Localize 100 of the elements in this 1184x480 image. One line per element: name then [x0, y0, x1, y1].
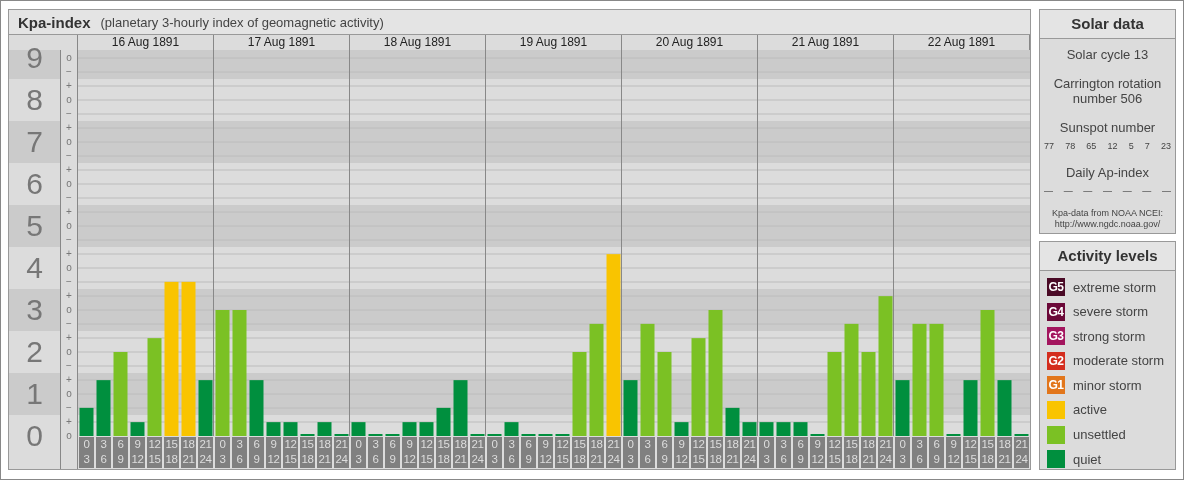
- interval-label: 3 6: [640, 437, 655, 468]
- interval-label: 12 15: [419, 437, 434, 468]
- interval-label: 9 12: [538, 437, 553, 468]
- kp-bar: [317, 422, 332, 436]
- interval-label: 18 21: [997, 437, 1012, 468]
- sunspot-value: 78: [1065, 141, 1076, 151]
- source-link[interactable]: http://www.ngdc.noaa.gov/: [1054, 219, 1161, 230]
- kp-scale-label: 4: [26, 250, 43, 286]
- sub-level-mark: +: [65, 247, 73, 261]
- ap-index-value: —: [1161, 186, 1171, 196]
- interval-label: 15 18: [708, 437, 723, 468]
- sub-level-mark: −: [65, 317, 73, 331]
- sunspot-heading: Sunspot number: [1059, 120, 1156, 135]
- sub-level-mark: o: [65, 387, 73, 401]
- kp-bar: [674, 422, 689, 436]
- ap-index-value: —: [1044, 186, 1053, 196]
- legend-label: extreme storm: [1073, 279, 1157, 295]
- legend-label: minor storm: [1073, 377, 1142, 393]
- interval-label: 0 3: [895, 437, 910, 468]
- kp-bar: [266, 422, 281, 436]
- sub-level-mark: +: [65, 205, 73, 219]
- ap-index-value: —: [1102, 186, 1112, 196]
- card-title: Activity levels: [1040, 242, 1175, 271]
- sunspot-value: 7: [1144, 141, 1150, 151]
- interval-label: 21 24: [742, 437, 757, 468]
- interval-label: 3 6: [776, 437, 791, 468]
- carrington-rotation-text: Carrington rotation number 506: [1052, 76, 1163, 106]
- interval-label: 21 24: [606, 437, 621, 468]
- panel-title: Kpa-index: [18, 13, 91, 31]
- interval-label: 18 21: [861, 437, 876, 468]
- kp-bar: [793, 422, 808, 436]
- interval-label: 6 9: [385, 437, 400, 468]
- sunspot-value: 12: [1107, 141, 1118, 151]
- interval-label: 12 15: [283, 437, 298, 468]
- sunspot-value: 23: [1160, 141, 1171, 151]
- interval-label: 12 15: [147, 437, 162, 468]
- interval-label: 21 24: [334, 437, 349, 468]
- sub-level-mark: −: [65, 233, 73, 247]
- sub-level-mark: +: [65, 121, 73, 135]
- sub-level-mark: −: [65, 191, 73, 205]
- kp-bar: [895, 380, 910, 436]
- interval-label: 0 3: [351, 437, 366, 468]
- legend-swatch: G5: [1047, 278, 1065, 296]
- interval-label: 12 15: [691, 437, 706, 468]
- interval-label: 0 3: [487, 437, 502, 468]
- interval-label: 15 18: [300, 437, 315, 468]
- sunspot-value: 5: [1128, 141, 1134, 151]
- interval-label: 3 6: [504, 437, 519, 468]
- source-text: Kpa-data from NOAA NCEI:: [1051, 208, 1163, 219]
- interval-label: 6 9: [521, 437, 536, 468]
- legend-label: unsettled: [1073, 427, 1126, 443]
- interval-label: 15 18: [980, 437, 995, 468]
- sub-level-mark: −: [65, 401, 73, 415]
- sub-level-mark: +: [65, 163, 73, 177]
- sub-level-mark: o: [65, 51, 73, 65]
- ap-index-value: —: [1063, 186, 1073, 196]
- sub-level-mark: o: [65, 135, 73, 149]
- legend-swatch: G4: [1047, 302, 1065, 321]
- kp-scale-label: 9: [26, 40, 43, 76]
- kp-bar: [402, 422, 417, 436]
- kp-scale-label: 0: [26, 418, 43, 454]
- panel-subtitle: (planetary 3-hourly index of geomagnetic activity): [100, 14, 384, 30]
- interval-label: 9 12: [810, 437, 825, 468]
- ap-index-heading: Daily Ap-index: [1065, 165, 1150, 180]
- kp-bar: [623, 380, 638, 436]
- interval-label: 0 3: [759, 437, 774, 468]
- legend-label: quiet: [1073, 451, 1102, 467]
- legend-label: severe storm: [1073, 304, 1149, 320]
- interval-label: 18 21: [181, 437, 196, 468]
- kp-scale-label: 3: [26, 292, 43, 328]
- interval-label: 21 24: [878, 437, 893, 468]
- legend-label: active: [1073, 402, 1107, 418]
- interval-label: 21 24: [198, 437, 213, 468]
- interval-label: 6 9: [249, 437, 264, 468]
- interval-label: 3 6: [912, 437, 927, 468]
- interval-label: 15 18: [572, 437, 587, 468]
- kp-bar: [283, 422, 298, 436]
- kp-bar: [96, 380, 111, 436]
- kp-bar: [198, 380, 213, 436]
- ap-index-value: —: [1122, 186, 1132, 196]
- solar-cycle-text: Solar cycle 13: [1066, 47, 1149, 62]
- kp-scale-label: 2: [26, 334, 43, 370]
- interval-label: 21 24: [470, 437, 485, 468]
- kp-bar: [130, 422, 145, 436]
- kp-bar: [963, 380, 978, 436]
- sub-level-mark: +: [65, 79, 73, 93]
- kp-bar: [742, 422, 757, 436]
- interval-label: 9 12: [402, 437, 417, 468]
- ap-index-value: —: [1083, 186, 1093, 196]
- interval-label: 6 9: [929, 437, 944, 468]
- interval-label: 0 3: [623, 437, 638, 468]
- kp-scale-label: 6: [26, 166, 43, 202]
- interval-label: 6 9: [113, 437, 128, 468]
- sub-level-mark: −: [65, 149, 73, 163]
- kp-bar: [436, 407, 451, 436]
- interval-label: 18 21: [317, 437, 332, 468]
- sub-level-mark: +: [65, 289, 73, 303]
- kp-bar: [997, 380, 1012, 436]
- legend-swatch: G2: [1047, 351, 1065, 370]
- sub-level-mark: +: [65, 373, 73, 387]
